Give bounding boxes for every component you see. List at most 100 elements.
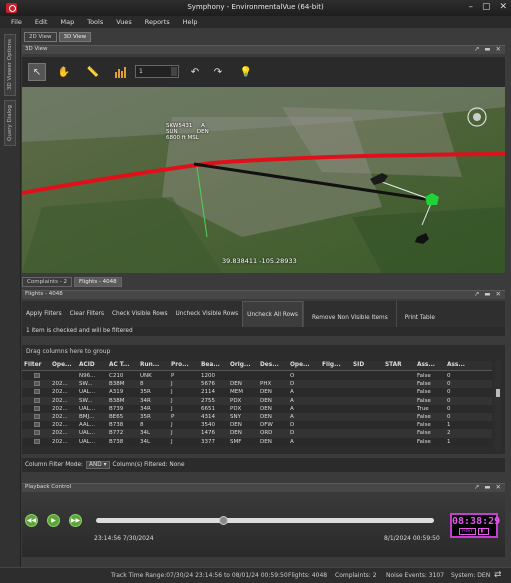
measure-button[interactable]: 📏 <box>84 63 102 81</box>
group-drop-area[interactable]: Drag columns here to group <box>22 348 492 358</box>
row-checkbox[interactable] <box>34 389 40 395</box>
table-cell: D <box>290 381 295 388</box>
row-checkbox[interactable] <box>34 438 40 444</box>
column-header[interactable]: Flig... <box>320 361 351 370</box>
table-row[interactable]: 202... UAL... B738 34L J 3377 SMF DEN A False 1 <box>22 437 492 446</box>
minimize-panel-icon[interactable]: ▬ <box>484 483 490 491</box>
maximize-button[interactable]: ▢ <box>482 2 491 12</box>
table-row[interactable]: 202... UAL... B739 34R J 6651 PDX DEN A True 0 <box>22 404 492 413</box>
filter-cell[interactable] <box>22 421 50 429</box>
menu-reports[interactable]: Reports <box>144 16 176 28</box>
filter-cell[interactable] <box>22 429 50 437</box>
close-panel-icon[interactable]: ✕ <box>496 483 501 491</box>
remove-non-visible-items-button[interactable]: Remove Non Visible Items <box>302 301 396 328</box>
timeline-handle[interactable] <box>218 516 228 525</box>
column-header[interactable]: AC T... <box>107 361 138 370</box>
table-row[interactable]: 202... BMJ... BE65 35R P 4314 SNY DEN A False 0 <box>22 412 492 422</box>
column-header[interactable]: Ass... <box>445 361 472 370</box>
hist-mode-button[interactable]: HIST <box>459 528 476 535</box>
column-header[interactable]: Ope... <box>288 361 320 370</box>
menu-map[interactable]: Map <box>59 16 80 28</box>
column-header[interactable]: Orig... <box>228 361 258 370</box>
lightbulb-button[interactable]: 💡 <box>237 63 255 81</box>
side-tab-query-dialog[interactable]: Query Dialog <box>4 100 16 146</box>
column-header[interactable]: STAR <box>383 361 415 370</box>
pan-button[interactable]: ✋ <box>55 63 73 81</box>
table-row[interactable]: 202... SW... B38M 34R J 2755 PDX DEN A False 0 <box>22 396 492 405</box>
menu-vues[interactable]: Vues <box>115 16 138 28</box>
table-scrollbar[interactable] <box>495 361 501 451</box>
filter-cell[interactable] <box>22 397 50 405</box>
row-checkbox[interactable] <box>34 397 40 403</box>
play-button[interactable]: ▶ <box>47 514 60 527</box>
column-header[interactable]: Run... <box>138 361 169 370</box>
undo-button[interactable]: ↶ <box>186 63 204 81</box>
speed-stepper[interactable] <box>171 67 177 76</box>
check-visible-rows-button[interactable]: Check Visible Rows <box>108 301 172 328</box>
table-row[interactable]: 202... SW... B38M 8 J 5676 DEN PHX D False 0 <box>22 380 492 389</box>
select-pointer-button[interactable]: ↖ <box>28 63 46 81</box>
column-header[interactable]: Pro... <box>169 361 199 370</box>
menu-file[interactable]: File <box>10 16 28 28</box>
column-header[interactable]: Ope... <box>50 361 77 370</box>
filter-cell[interactable] <box>22 438 50 446</box>
uncheck-visible-rows-button[interactable]: Uncheck Visible Rows <box>172 301 243 328</box>
table-cell: 35R <box>140 389 151 396</box>
column-header[interactable]: SID <box>351 361 383 370</box>
3d-map-viewport[interactable]: SKW5431 A SUN DEN 6800 ft MSL 39.838411 … <box>22 87 505 273</box>
pin-icon[interactable]: ↗ <box>474 290 479 298</box>
chart-button[interactable] <box>112 63 130 81</box>
filter-cell[interactable] <box>22 372 50 380</box>
refresh-icon[interactable]: ⇄ <box>494 570 502 580</box>
table-row[interactable]: 202... AAL... B738 8 J 3540 DEN DFW D False 1 <box>22 421 492 430</box>
column-header[interactable]: Filter <box>22 361 50 370</box>
row-checkbox[interactable] <box>34 381 40 387</box>
minimize-panel-icon[interactable]: ▬ <box>484 290 490 298</box>
filter-cell[interactable] <box>22 380 50 388</box>
row-checkbox[interactable] <box>34 373 40 378</box>
close-panel-icon[interactable]: ✕ <box>496 290 501 298</box>
row-checkbox[interactable] <box>34 422 40 428</box>
row-checkbox[interactable] <box>34 430 40 436</box>
print-table-button[interactable]: Print Table <box>395 301 443 328</box>
clear-filters-button[interactable]: Clear Filters <box>66 301 108 328</box>
uncheck-all-rows-button[interactable]: Uncheck All Rows <box>242 301 303 328</box>
minimize-button[interactable]: – <box>468 2 473 12</box>
table-row[interactable]: 202... UAL... B772 34L J 1476 DEN ORD D False 2 <box>22 429 492 438</box>
filter-cell[interactable] <box>22 388 50 396</box>
tab-2d-view[interactable]: 2D View <box>24 32 57 42</box>
row-checkbox[interactable] <box>34 405 40 411</box>
tab-complaints[interactable]: Complaints - 2 <box>22 277 72 287</box>
tab-flights[interactable]: Flights - 4048 <box>73 277 122 287</box>
filter-cell[interactable] <box>22 413 50 421</box>
minimize-panel-icon[interactable]: ▬ <box>484 45 490 53</box>
live-mode-button[interactable]: ▮◦ <box>477 528 489 535</box>
apply-filters-button[interactable]: Apply Filters <box>22 301 66 328</box>
menu-edit[interactable]: Edit <box>34 16 54 28</box>
close-button[interactable]: ✕ <box>499 2 507 12</box>
playback-speed-field[interactable]: 1 <box>135 65 179 78</box>
table-cell <box>50 372 77 380</box>
column-header[interactable]: Des... <box>258 361 288 370</box>
timeline-track[interactable] <box>96 518 434 523</box>
filter-mode-select[interactable]: AND ▾ <box>86 461 110 469</box>
menu-help[interactable]: Help <box>182 16 204 28</box>
side-tab-3d-viewer-options[interactable]: 3D Viewer Options <box>4 34 16 96</box>
table-row[interactable]: 202... UAL... A319 35R J 2114 MEM DEN A False 0 <box>22 388 492 397</box>
column-header[interactable]: ACID <box>77 361 107 370</box>
pin-icon[interactable]: ↗ <box>474 483 479 491</box>
menu-tools[interactable]: Tools <box>86 16 109 28</box>
close-panel-icon[interactable]: ✕ <box>496 45 501 53</box>
scroll-thumb[interactable] <box>496 389 500 397</box>
rewind-button[interactable]: ◀◀ <box>25 514 38 527</box>
fast-forward-button[interactable]: ▶▶ <box>69 514 82 527</box>
column-header[interactable]: Ass... <box>415 361 445 370</box>
pin-icon[interactable]: ↗ <box>474 45 479 53</box>
row-checkbox[interactable] <box>34 413 40 419</box>
filter-cell[interactable] <box>22 405 50 413</box>
table-row[interactable]: N96... C210 UNK P 1200 O False 0 <box>22 372 492 381</box>
tab-3d-view[interactable]: 3D View <box>58 32 92 42</box>
table-cell <box>383 421 415 429</box>
redo-button[interactable]: ↷ <box>209 63 227 81</box>
column-header[interactable]: Bea... <box>199 361 228 370</box>
